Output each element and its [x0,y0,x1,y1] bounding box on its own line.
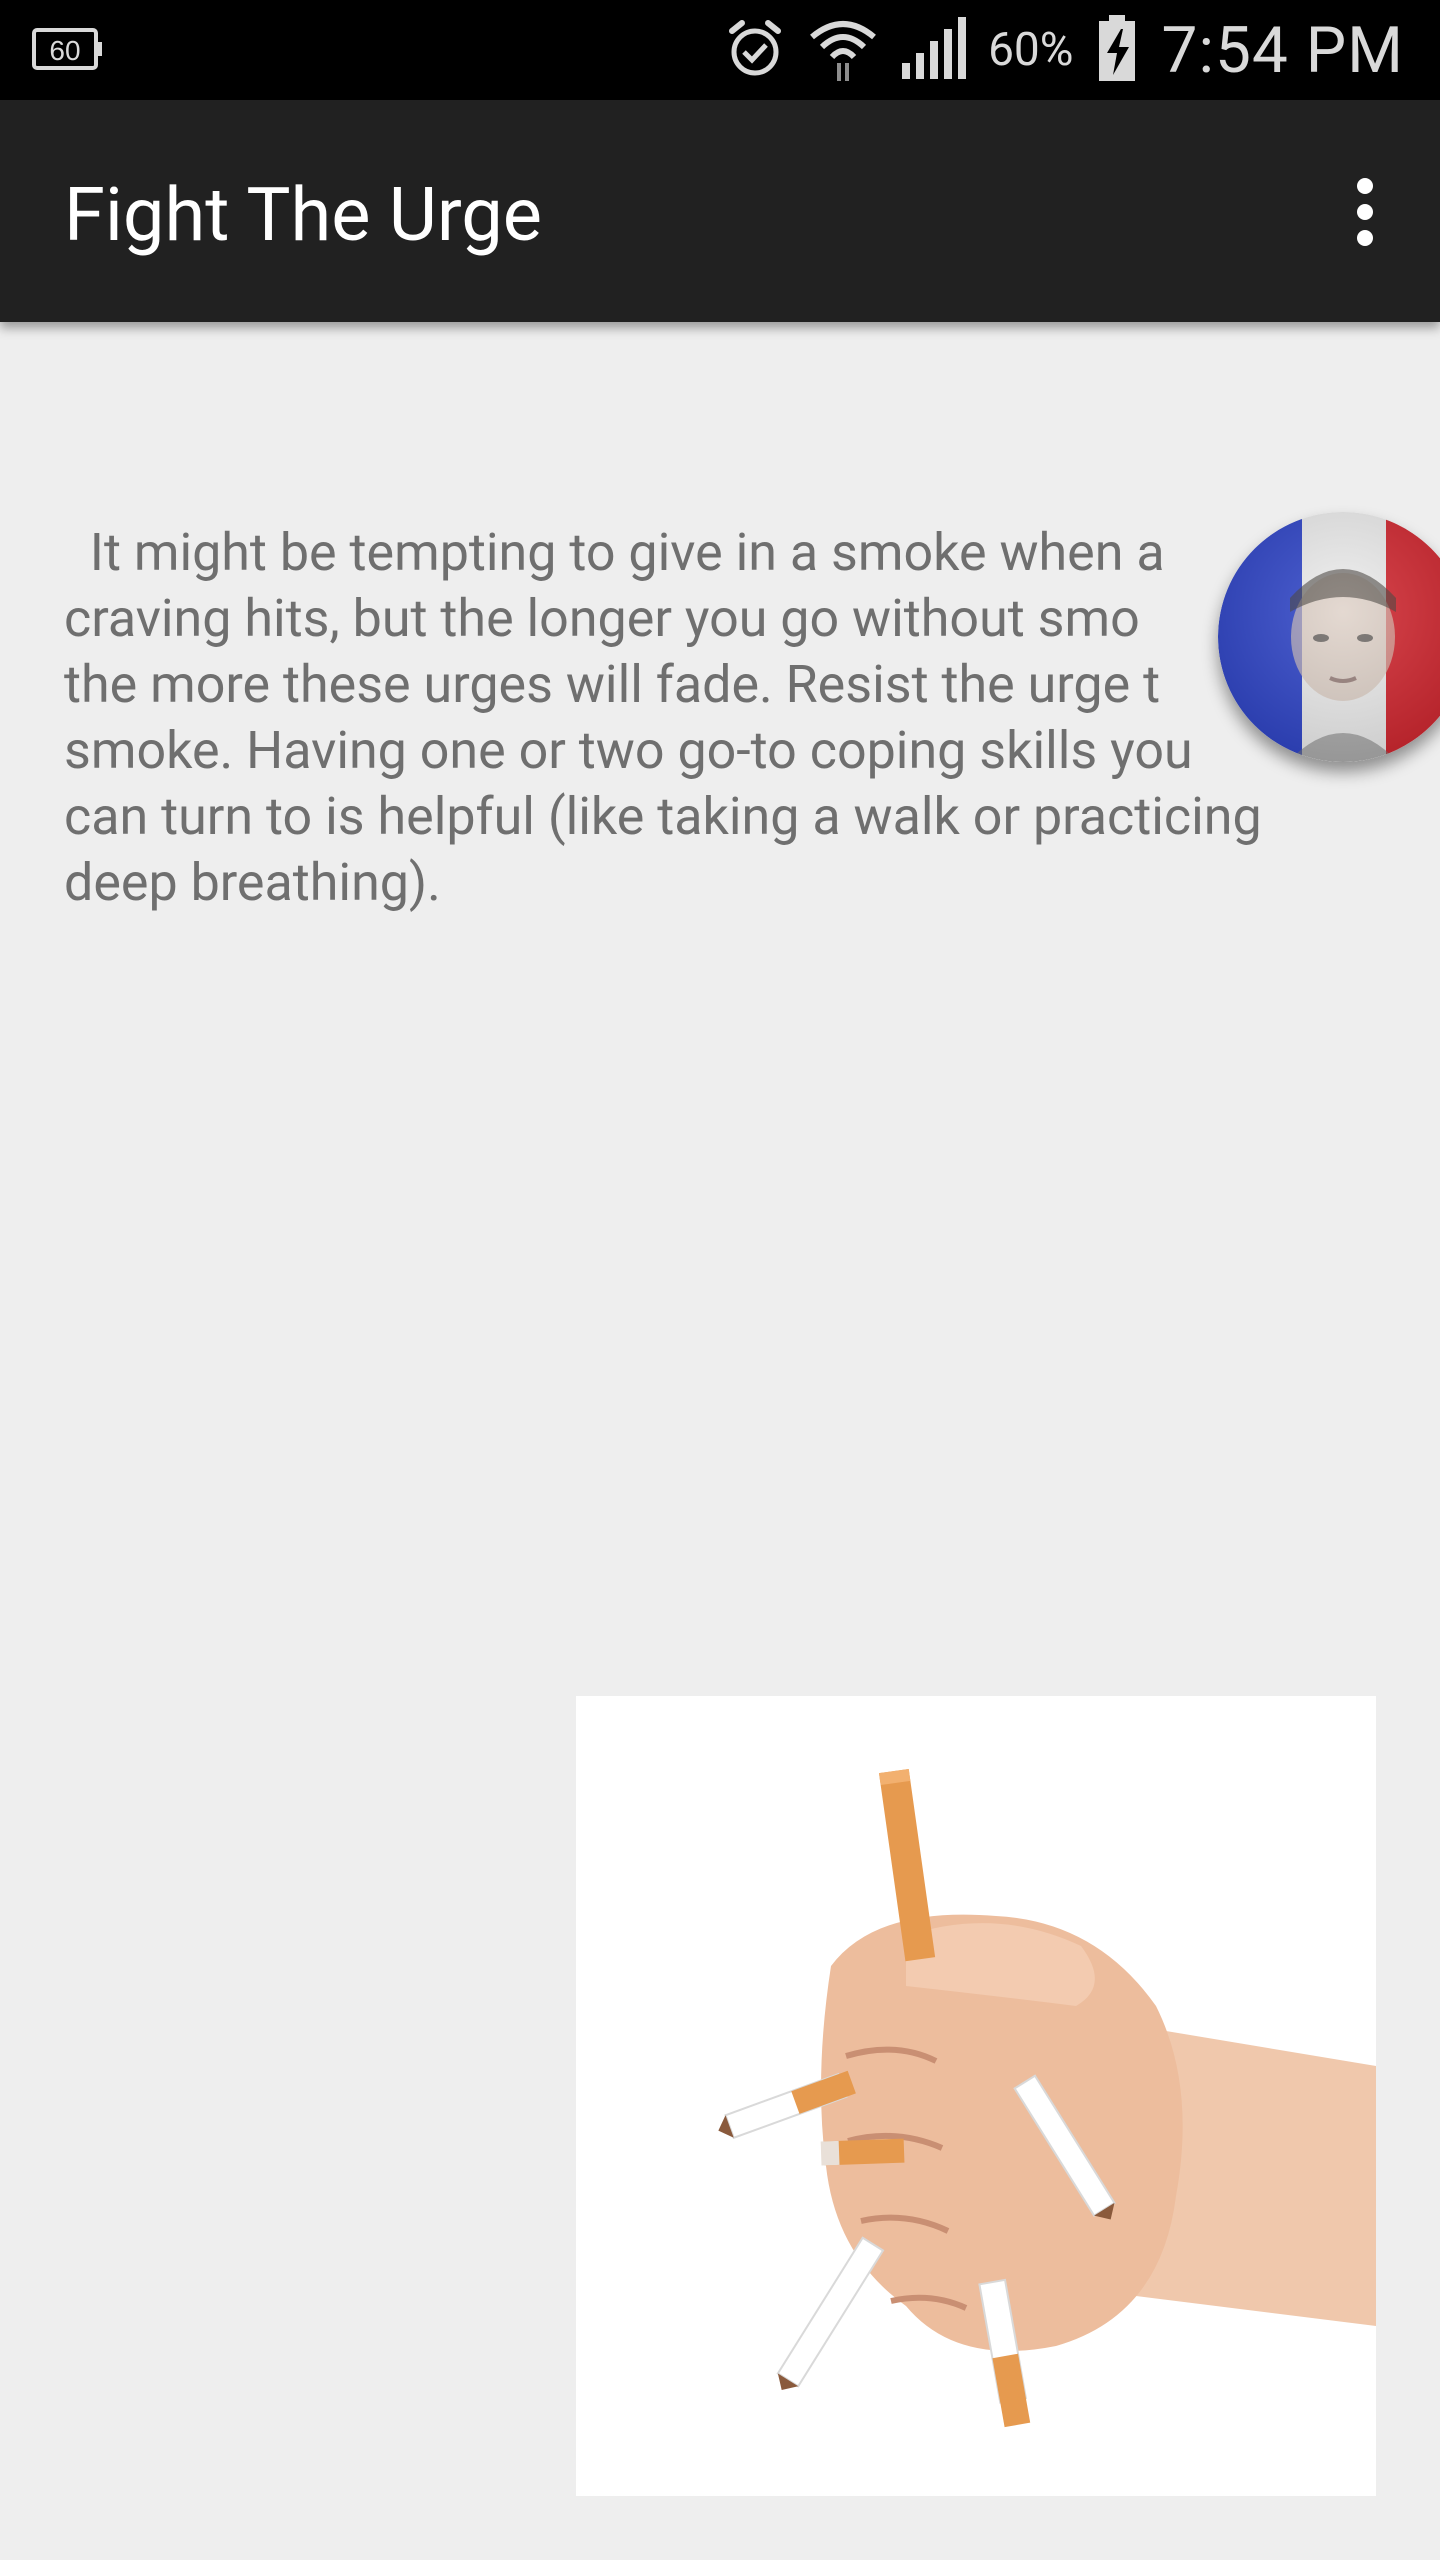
status-icons: 60% 7:54 PM [724,0,1404,100]
status-bar: 60 60% 7:54 PM [0,0,1440,100]
body-paragraph: It might be tempting to give in a smoke … [64,522,1262,913]
notification-60-icon: 60 [32,24,104,74]
hand-crushing-cigarettes-illustration [718,1768,1376,2428]
wifi-icon [808,13,878,87]
battery-percent: 60% [988,23,1074,77]
clock: 7:54 PM [1161,12,1404,88]
app-bar: Fight The Urge [0,100,1440,322]
battery-charging-icon [1095,13,1139,87]
more-vert-icon[interactable] [1330,170,1400,254]
app-title: Fight The Urge [64,172,543,259]
alarm-icon [724,17,786,83]
fist-cigarettes-image [576,1696,1376,2496]
svg-text:60: 60 [49,35,80,66]
signal-icon [900,15,967,85]
